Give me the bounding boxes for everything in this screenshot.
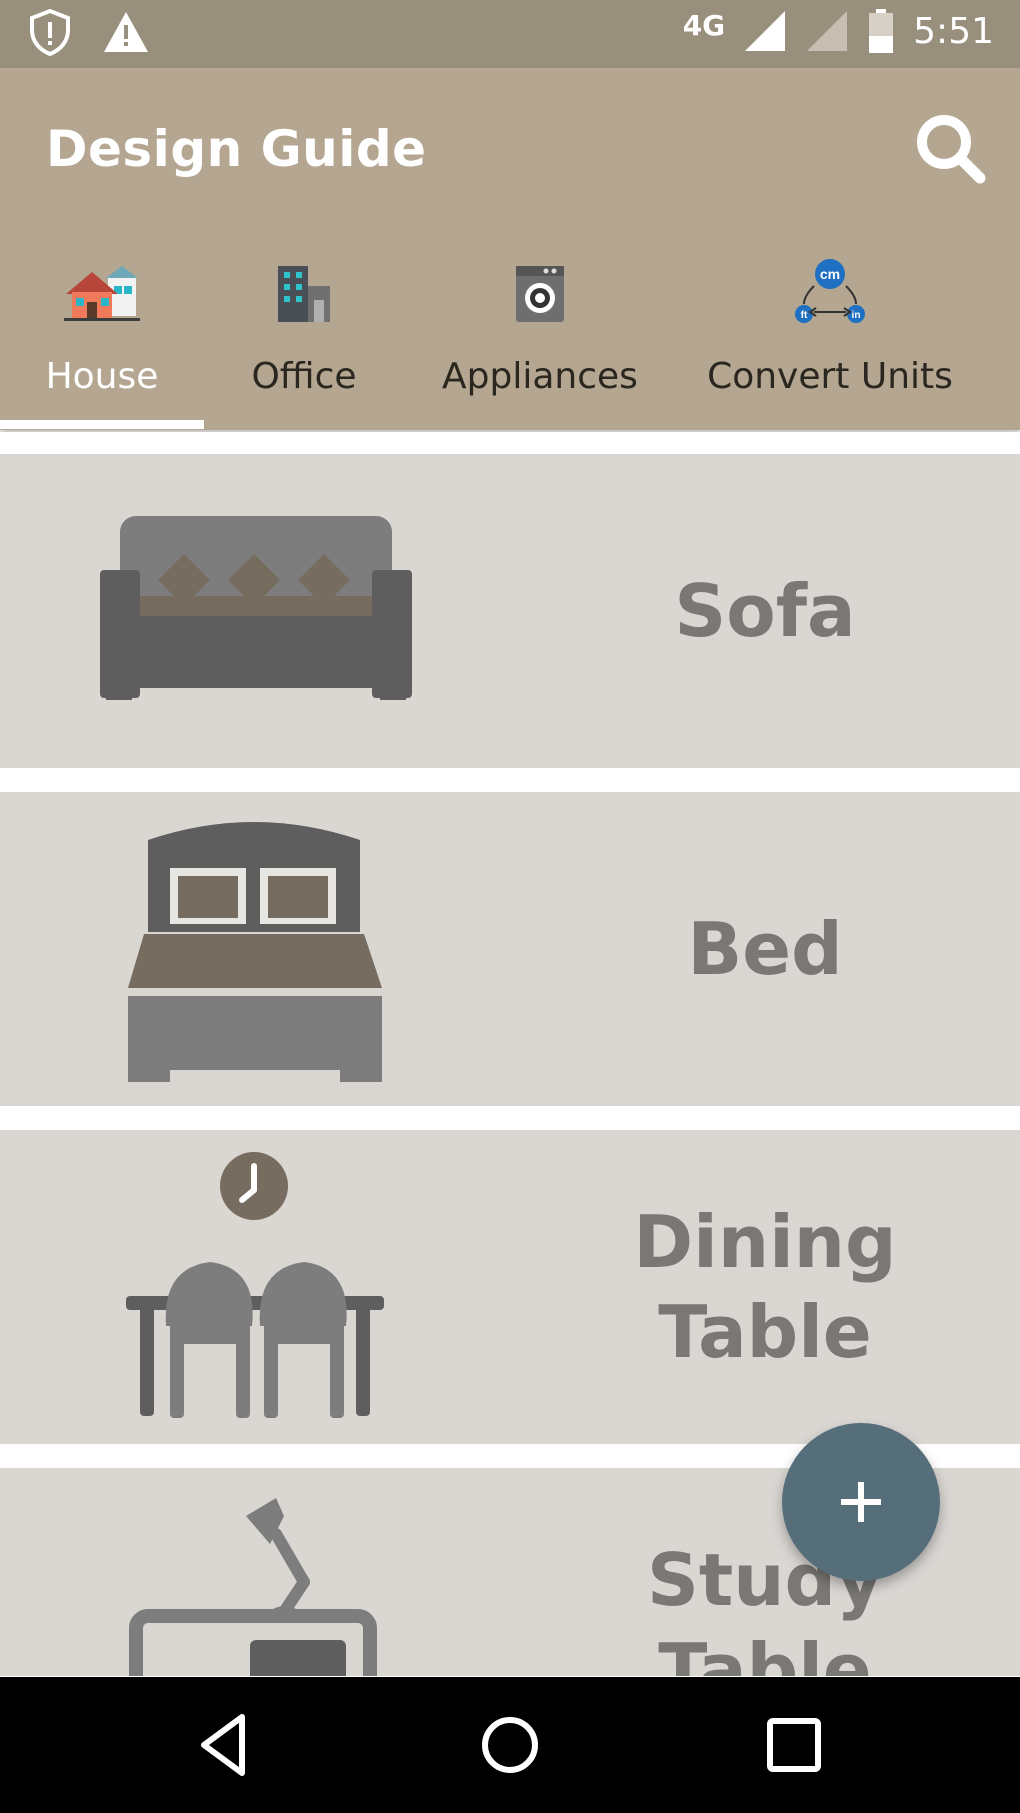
list-item-dining-table-label: Dining Table bbox=[633, 1200, 897, 1374]
search-icon[interactable] bbox=[910, 108, 990, 188]
tab-appliances-label: Appliances bbox=[442, 356, 638, 397]
tab-house[interactable]: House bbox=[0, 248, 204, 430]
list-item-bed[interactable]: Bed bbox=[0, 792, 1020, 1106]
signal-secondary-icon bbox=[807, 11, 848, 51]
signal-icon bbox=[745, 11, 786, 51]
convert-units-icon: cm ft in bbox=[795, 259, 865, 323]
add-button[interactable] bbox=[782, 1423, 940, 1581]
tab-office-label: Office bbox=[251, 356, 357, 397]
convert-cm-text: cm bbox=[820, 266, 840, 282]
sofa-icon bbox=[100, 516, 412, 700]
office-building-icon bbox=[278, 266, 330, 322]
dining-table-icon bbox=[126, 1152, 384, 1418]
convert-ft-text: ft bbox=[801, 310, 808, 321]
status-bar: 4G 5:51 bbox=[0, 0, 1020, 68]
list-item-sofa[interactable]: Sofa bbox=[0, 454, 1020, 768]
category-tabs: House Office Appliances cm ft in Convert… bbox=[0, 248, 1020, 430]
study-table-icon bbox=[129, 1498, 377, 1676]
list-item-bed-label: Bed bbox=[687, 907, 843, 991]
back-icon[interactable] bbox=[188, 1707, 264, 1783]
convert-in-text: in bbox=[852, 310, 861, 321]
battery-icon bbox=[869, 9, 894, 53]
active-tab-indicator bbox=[0, 420, 204, 429]
app-bar: Design Guide House Office Appliances cm … bbox=[0, 68, 1020, 430]
warning-icon bbox=[104, 12, 148, 52]
clock: 5:51 bbox=[913, 10, 994, 52]
recents-icon[interactable] bbox=[756, 1707, 832, 1783]
tab-convert-units[interactable]: cm ft in Convert Units bbox=[690, 248, 970, 430]
washing-machine-icon bbox=[516, 266, 564, 322]
tab-convert-units-label: Convert Units bbox=[707, 356, 953, 397]
tab-appliances[interactable]: Appliances bbox=[420, 248, 660, 430]
network-type: 4G bbox=[682, 8, 726, 42]
system-navigation-bar bbox=[0, 1677, 1020, 1813]
house-icon bbox=[64, 266, 140, 321]
list-item-sofa-label: Sofa bbox=[674, 569, 856, 653]
bed-icon bbox=[128, 822, 382, 1082]
tab-office[interactable]: Office bbox=[204, 248, 404, 430]
app-title: Design Guide bbox=[46, 120, 427, 178]
list-item-dining-table[interactable]: Dining Table bbox=[0, 1130, 1020, 1444]
home-icon[interactable] bbox=[472, 1707, 548, 1783]
shield-alert-icon bbox=[30, 8, 70, 56]
plus-icon bbox=[841, 1482, 881, 1522]
tab-house-label: House bbox=[45, 356, 159, 397]
